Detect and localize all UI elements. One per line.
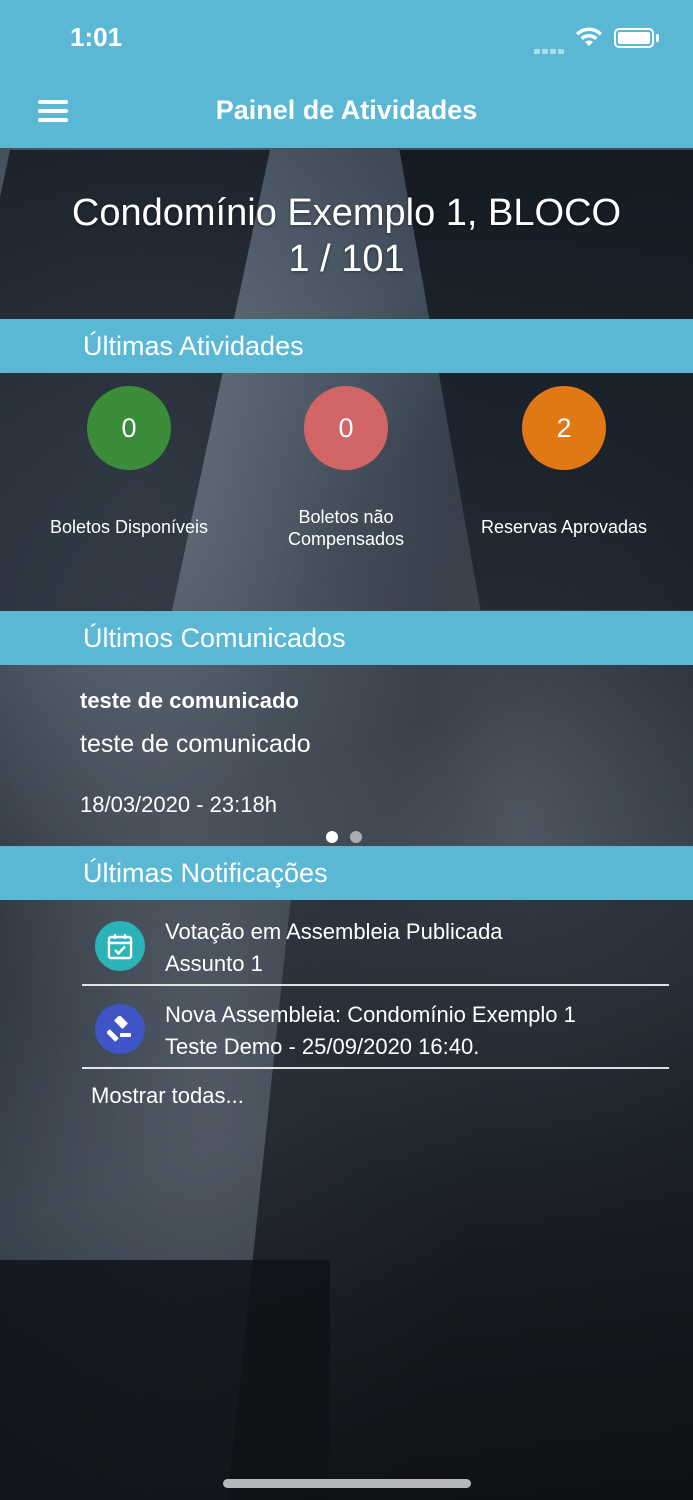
show-all-notifications-link[interactable]: Mostrar todas... (91, 1083, 244, 1109)
page-title: Painel de Atividades (215, 95, 478, 125)
communications-section-header: Últimos Comunicados (0, 611, 693, 665)
communication-title: teste de comunicado (80, 688, 299, 713)
page-dot-active[interactable] (326, 831, 338, 843)
notification-title: Nova Assembleia: Condomínio Exemplo 1 (165, 1002, 576, 1027)
notification-text: Nova Assembleia: Condomínio Exemplo 1 Te… (165, 999, 576, 1063)
activity-label-line: Boletos não (298, 507, 394, 527)
home-indicator[interactable] (223, 1479, 471, 1488)
cellular-signal-icon (534, 41, 566, 54)
calendar-check-icon (95, 921, 145, 971)
activity-label: Boletos Disponíveis (29, 516, 229, 538)
status-bar: 1:01 (0, 0, 693, 72)
notification-subtitle: Assunto 1 (165, 951, 263, 976)
activity-available-bills[interactable]: 0 Boletos Disponíveis (29, 386, 229, 537)
activities-section-title: Últimas Atividades (83, 331, 304, 361)
communications-section-title: Últimos Comunicados (83, 623, 346, 653)
notifications-section-header: Últimas Notificações (0, 846, 693, 900)
condominium-name: Condomínio Exemplo 1, BLOCO (71, 192, 622, 234)
notification-text: Votação em Assembleia Publicada Assunto … (165, 916, 503, 980)
battery-icon (614, 28, 654, 48)
notification-title: Votação em Assembleia Publicada (165, 919, 503, 944)
activity-count-badge: 0 (87, 386, 171, 470)
activity-label: Reservas Aprovadas (464, 516, 664, 538)
activity-label-line: Reservas Aprovadas (480, 517, 648, 537)
activity-label: Boletos não Compensados (246, 506, 446, 550)
activity-count-badge: 0 (304, 386, 388, 470)
communication-body: teste de comunicado (80, 730, 311, 758)
divider (82, 1067, 669, 1069)
page-dot[interactable] (350, 831, 362, 843)
activities-section-header: Últimas Atividades (0, 319, 693, 373)
notification-item[interactable]: Votação em Assembleia Publicada Assunto … (82, 902, 669, 986)
gavel-icon (95, 1004, 145, 1054)
activity-approved-reservations[interactable]: 2 Reservas Aprovadas (464, 386, 664, 537)
activity-count-badge: 2 (522, 386, 606, 470)
status-time: 1:01 (70, 22, 123, 52)
activity-label-line: Boletos Disponíveis (49, 517, 209, 537)
activity-uncleared-bills[interactable]: 0 Boletos não Compensados (246, 386, 446, 549)
notifications-section-title: Últimas Notificações (83, 858, 328, 888)
condominium-unit: 1 / 101 (288, 238, 405, 280)
notification-item[interactable]: Nova Assembleia: Condomínio Exemplo 1 Te… (82, 985, 669, 1069)
activity-label-line: Compensados (287, 529, 405, 549)
navigation-bar: Painel de Atividades (0, 72, 693, 148)
notification-subtitle: Teste Demo - 25/09/2020 16:40. (165, 1034, 480, 1059)
wifi-icon (576, 27, 602, 46)
condominium-title: Condomínio Exemplo 1, BLOCO 1 / 101 (60, 190, 633, 282)
communication-date: 18/03/2020 - 23:18h (80, 792, 277, 817)
battery-tip (656, 34, 659, 42)
